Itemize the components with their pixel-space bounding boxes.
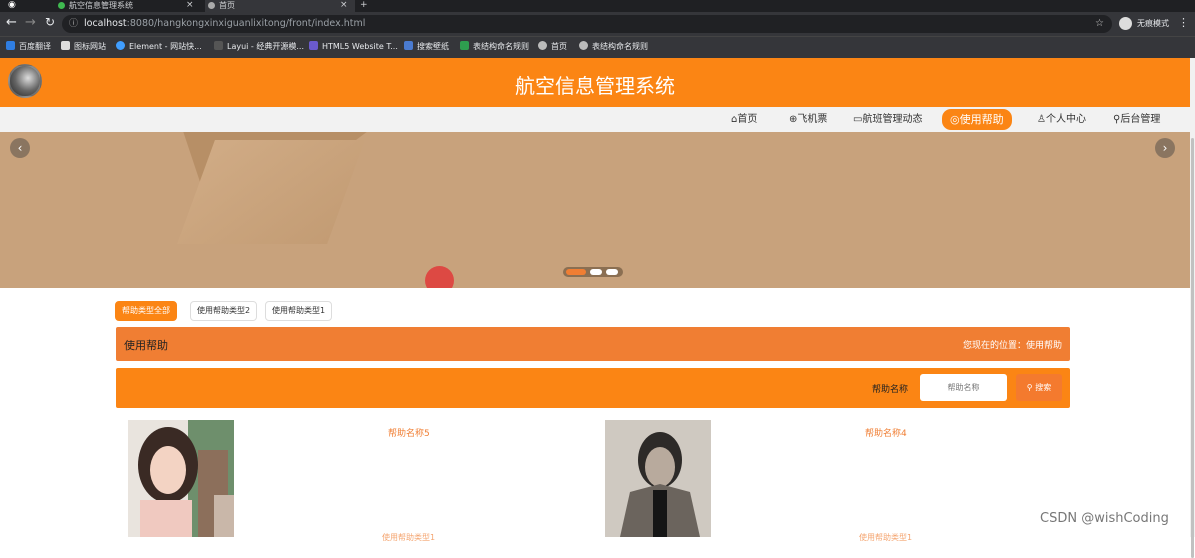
carousel-next-button[interactable]: › (1155, 138, 1175, 158)
nav-item-home[interactable]: ⌂首页 (731, 111, 757, 128)
nav-item-flights[interactable]: ▭航班管理动态 (853, 111, 922, 128)
browser-tab-strip: ◉ 航空信息管理系统 × 首页 × + (0, 0, 1195, 12)
doc-icon (460, 41, 469, 50)
vue-icon (58, 2, 65, 9)
site-header: 航空信息管理系统 (0, 58, 1190, 107)
bookmark-item[interactable]: 图标网站 (61, 41, 106, 53)
carousel-prev-button[interactable]: ‹ (10, 138, 30, 158)
site-title: 航空信息管理系统 (515, 74, 675, 98)
bookmark-item[interactable]: 百度翻译 (6, 41, 51, 53)
nav-item-help[interactable]: ◎使用帮助 (942, 109, 1012, 130)
click-indicator (425, 266, 454, 288)
main-nav: ⌂首页 ⊕飞机票 ▭航班管理动态 ◎使用帮助 ♙个人中心 ⚲后台管理 (0, 107, 1190, 132)
translate-icon (6, 41, 15, 50)
search-input[interactable] (920, 374, 1007, 401)
bookmarks-bar: 百度翻译 图标网站 Element - 网站快... Layui - 经典开源模… (0, 36, 1195, 58)
nav-item-tickets[interactable]: ⊕飞机票 (789, 111, 827, 128)
card-subtitle: 使用帮助类型1 (859, 533, 913, 542)
bookmark-item[interactable]: 搜索壁纸 (404, 41, 449, 53)
search-button[interactable]: ⚲ 搜索 (1016, 374, 1062, 401)
category-tag[interactable]: 使用帮助类型1 (265, 301, 333, 321)
card-title[interactable]: 帮助名称4 (865, 426, 907, 439)
card-subtitle: 使用帮助类型1 (382, 533, 436, 542)
forward-icon[interactable]: → (25, 15, 36, 30)
bookmark-item[interactable]: HTML5 Website T... (309, 41, 398, 53)
nav-item-profile[interactable]: ♙个人中心 (1037, 111, 1086, 128)
bookmark-star-icon[interactable]: ☆ (1095, 15, 1104, 33)
browser-tab-active[interactable]: 首页 (205, 0, 355, 12)
carousel-dot[interactable] (566, 269, 586, 275)
html5-icon (309, 41, 318, 50)
breadcrumb: 使用帮助 您现在的位置：使用帮助 (116, 327, 1070, 361)
close-tab-icon[interactable]: × (340, 0, 348, 10)
address-bar[interactable]: ⓘ localhost:8080/hangkongxinxiguanlixito… (62, 15, 1112, 33)
chrome-menu-icon[interactable]: ◉ (8, 0, 16, 10)
bookmark-item[interactable]: 表结构命名规则 (460, 41, 529, 53)
browser-toolbar: ← → ↻ ⓘ localhost:8080/hangkongxinxiguan… (0, 12, 1195, 36)
nav-item-admin[interactable]: ⚲后台管理 (1113, 111, 1160, 128)
watermark: CSDN @wishCoding (1040, 511, 1169, 526)
profile-label[interactable]: 无痕模式 (1137, 18, 1169, 29)
search-label: 帮助名称 (872, 385, 909, 395)
bookmark-item[interactable]: Layui - 经典开源模... (214, 41, 304, 53)
card-image[interactable] (128, 420, 234, 537)
carousel-dot[interactable] (606, 269, 618, 275)
category-tag-all[interactable]: 帮助类型全部 (115, 301, 177, 321)
globe-icon (579, 41, 588, 50)
back-icon[interactable]: ← (6, 15, 17, 30)
flag-icon (61, 41, 70, 50)
reload-icon[interactable]: ↻ (45, 15, 55, 29)
url-path: :8080/hangkongxinxiguanlixitong/front/in… (126, 18, 366, 29)
info-icon[interactable]: ⓘ (69, 15, 78, 33)
incognito-icon (1119, 17, 1132, 30)
bookmark-item[interactable]: 表结构命名规则 (579, 41, 648, 53)
category-tag[interactable]: 使用帮助类型2 (190, 301, 258, 321)
globe-icon (538, 41, 547, 50)
search-icon: ⚲ (1026, 383, 1033, 392)
search-bar: 帮助名称 ⚲ 搜索 (116, 368, 1070, 408)
browser-tab[interactable]: 航空信息管理系统 (55, 0, 195, 12)
carousel-indicators (563, 267, 623, 277)
page-title: 使用帮助 (124, 339, 168, 352)
banner-carousel: ‹ › (0, 132, 1190, 288)
close-tab-icon[interactable]: × (186, 0, 194, 10)
new-tab-icon[interactable]: + (360, 0, 368, 10)
element-icon (116, 41, 125, 50)
bookmark-item[interactable]: Element - 网站快... (116, 41, 202, 53)
globe-icon (208, 2, 215, 9)
card-image[interactable] (605, 420, 711, 537)
user-icon: ♙ (1037, 114, 1046, 125)
url-host: localhost (84, 18, 127, 29)
more-menu-icon[interactable]: ⋮ (1178, 16, 1189, 29)
page-scrollbar[interactable] (1190, 58, 1195, 558)
bookmark-item[interactable]: 首页 (538, 41, 567, 53)
layui-icon (214, 41, 223, 50)
breadcrumb-location: 您现在的位置：使用帮助 (962, 341, 1062, 351)
scrollbar-thumb[interactable] (1191, 138, 1194, 558)
carousel-dot[interactable] (590, 269, 602, 275)
wallpaper-icon (404, 41, 413, 50)
card-title[interactable]: 帮助名称5 (388, 426, 430, 439)
help-icon: ◎ (950, 113, 960, 126)
